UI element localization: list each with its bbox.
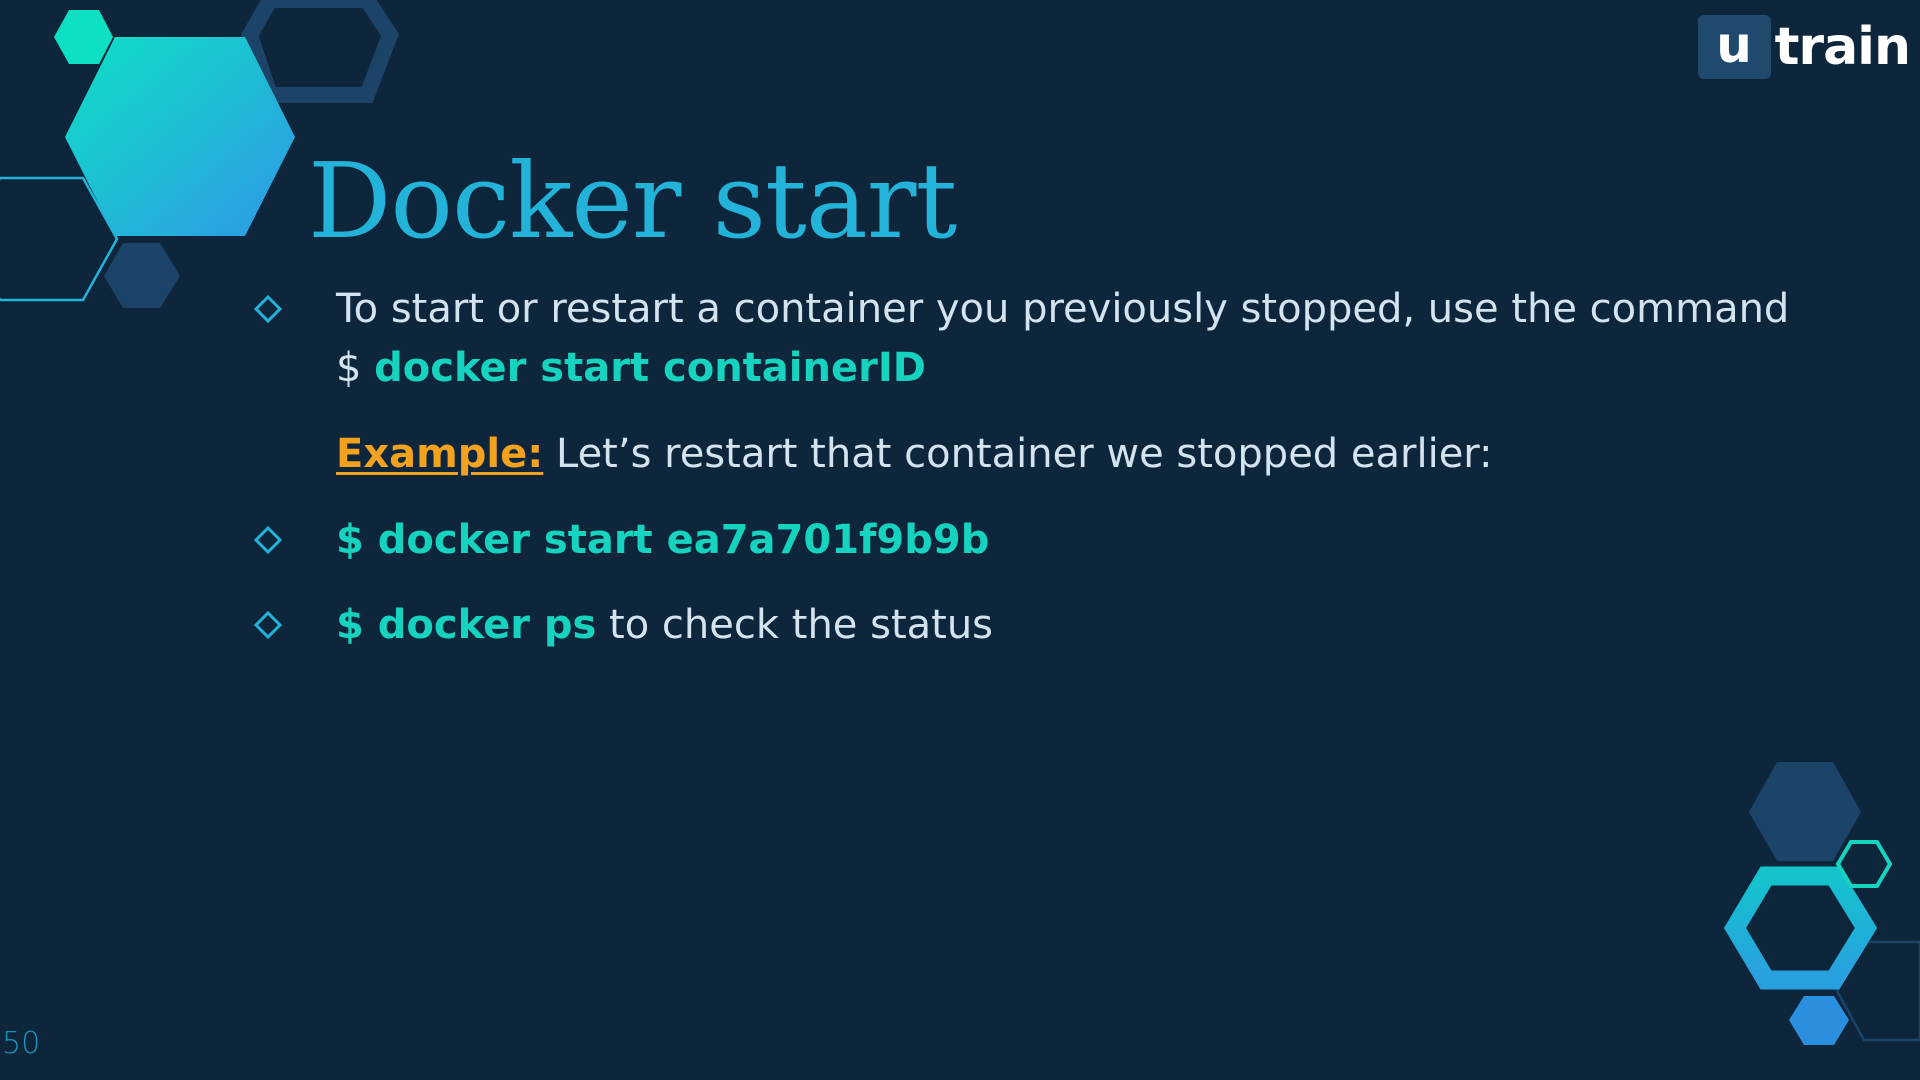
docker-start-command: docker start containerID [374,345,926,391]
slide-title: Docker start [308,140,957,262]
hexagon-shape [1723,866,1878,990]
bullet-item-1-command-line: $ docker start containerID [336,343,926,393]
command-prompt: $ [336,345,375,391]
hexagon-shape [104,243,180,308]
bullet-1-text: To start or restart a container you prev… [336,286,1790,332]
bullet-item-2: $ docker start ea7a701f9b9b [336,515,989,565]
bullet-item-3: $ docker ps to check the status [336,600,993,650]
page-number: 50 [2,1026,41,1061]
logo-word: train [1774,17,1911,77]
utrain-logo: u train [1697,14,1911,80]
example-line: Example: Let’s restart that container we… [336,429,1493,479]
diamond-outline-icon [254,611,282,639]
diamond-outline-icon [254,295,282,323]
hexagon-shape [1749,762,1861,861]
bullet-item-1: To start or restart a container you prev… [336,284,1789,334]
docker-start-id-command: $ docker start ea7a701f9b9b [336,517,990,563]
docker-ps-command: $ docker ps [336,602,597,648]
hexagon-shape [54,10,113,64]
hexagon-shape [1835,940,1920,1042]
slide: u train Docker start To start or restart… [0,0,1920,1080]
hexagon-shape [1835,840,1893,888]
hexagon-shape [1789,996,1849,1045]
hexagon-shape [241,0,399,103]
example-label: Example: [336,431,544,477]
bullet-3-text: to check the status [596,602,994,648]
diamond-outline-icon [254,526,282,554]
logo-mark: u [1697,15,1771,79]
example-text: Let’s restart that container we stopped … [543,431,1493,477]
